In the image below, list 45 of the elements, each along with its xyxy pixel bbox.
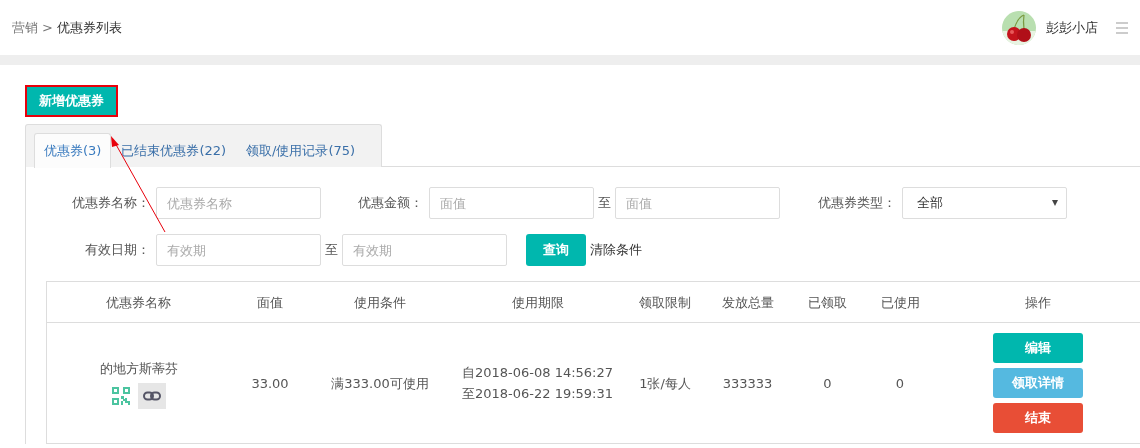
table-cell-text: 的地方斯蒂芬	[99, 359, 178, 378]
input-field[interactable]: 有效期	[342, 234, 507, 266]
range-separator: 至	[597, 194, 612, 212]
breadcrumb-current: 优惠券列表	[56, 18, 122, 37]
breadcrumb-link[interactable]: 营销	[12, 18, 38, 37]
input-field[interactable]: 优惠券名称	[156, 187, 321, 219]
action-button[interactable]: 结束	[992, 403, 1083, 433]
field-label: 优惠券名称：	[71, 194, 151, 212]
table-cell-text: 0	[823, 374, 832, 393]
table-cell-text: 至2018-06-22 19:59:31	[461, 385, 614, 403]
table-cell-text: 自2018-06-08 14:56:27	[461, 364, 614, 382]
column-header: 使用期限	[511, 293, 564, 312]
action-button[interactable]: 编辑	[992, 333, 1083, 363]
table-cell-text: 333333	[722, 374, 773, 393]
field-label: 优惠券类型：	[817, 194, 897, 212]
column-header: 优惠券名称	[106, 293, 171, 312]
range-separator: 至	[324, 241, 339, 259]
column-header: 已使用	[880, 293, 920, 312]
search-button[interactable]: 查询	[526, 234, 586, 266]
column-header: 已领取	[808, 293, 847, 312]
type-select[interactable]: 全部	[902, 187, 1067, 219]
breadcrumb-separator: >	[42, 20, 53, 35]
column-header: 使用条件	[354, 293, 406, 312]
qr-code-icon[interactable]	[111, 386, 130, 405]
tab[interactable]: 已结束优惠券(22)	[111, 133, 237, 168]
input-field[interactable]: 面值	[615, 187, 780, 219]
column-header: 面值	[257, 293, 283, 312]
table-cell-text: 满333.00可使用	[331, 374, 429, 393]
column-header: 发放总量	[721, 293, 774, 312]
table-cell-text: 1张/每人	[639, 374, 691, 393]
clear-filters-link[interactable]: 清除条件	[590, 241, 642, 259]
link-icon[interactable]	[137, 382, 166, 409]
table-cell-text: 33.00	[251, 374, 289, 393]
column-header: 操作	[1024, 293, 1051, 312]
shop-name: 彭彭小店	[1046, 18, 1098, 37]
menu-icon[interactable]	[1116, 20, 1128, 35]
field-label: 有效日期：	[84, 241, 151, 259]
field-label: 优惠金额：	[357, 194, 424, 212]
tab[interactable]: 优惠券(3)	[34, 133, 112, 168]
tab[interactable]: 领取/使用记录(75)	[236, 133, 366, 168]
input-field[interactable]: 有效期	[156, 234, 321, 266]
add-coupon-button[interactable]: 新增优惠券	[25, 85, 118, 117]
table-cell-text: 0	[895, 374, 905, 393]
column-header: 领取限制	[639, 293, 691, 312]
input-field[interactable]: 面值	[429, 187, 594, 219]
